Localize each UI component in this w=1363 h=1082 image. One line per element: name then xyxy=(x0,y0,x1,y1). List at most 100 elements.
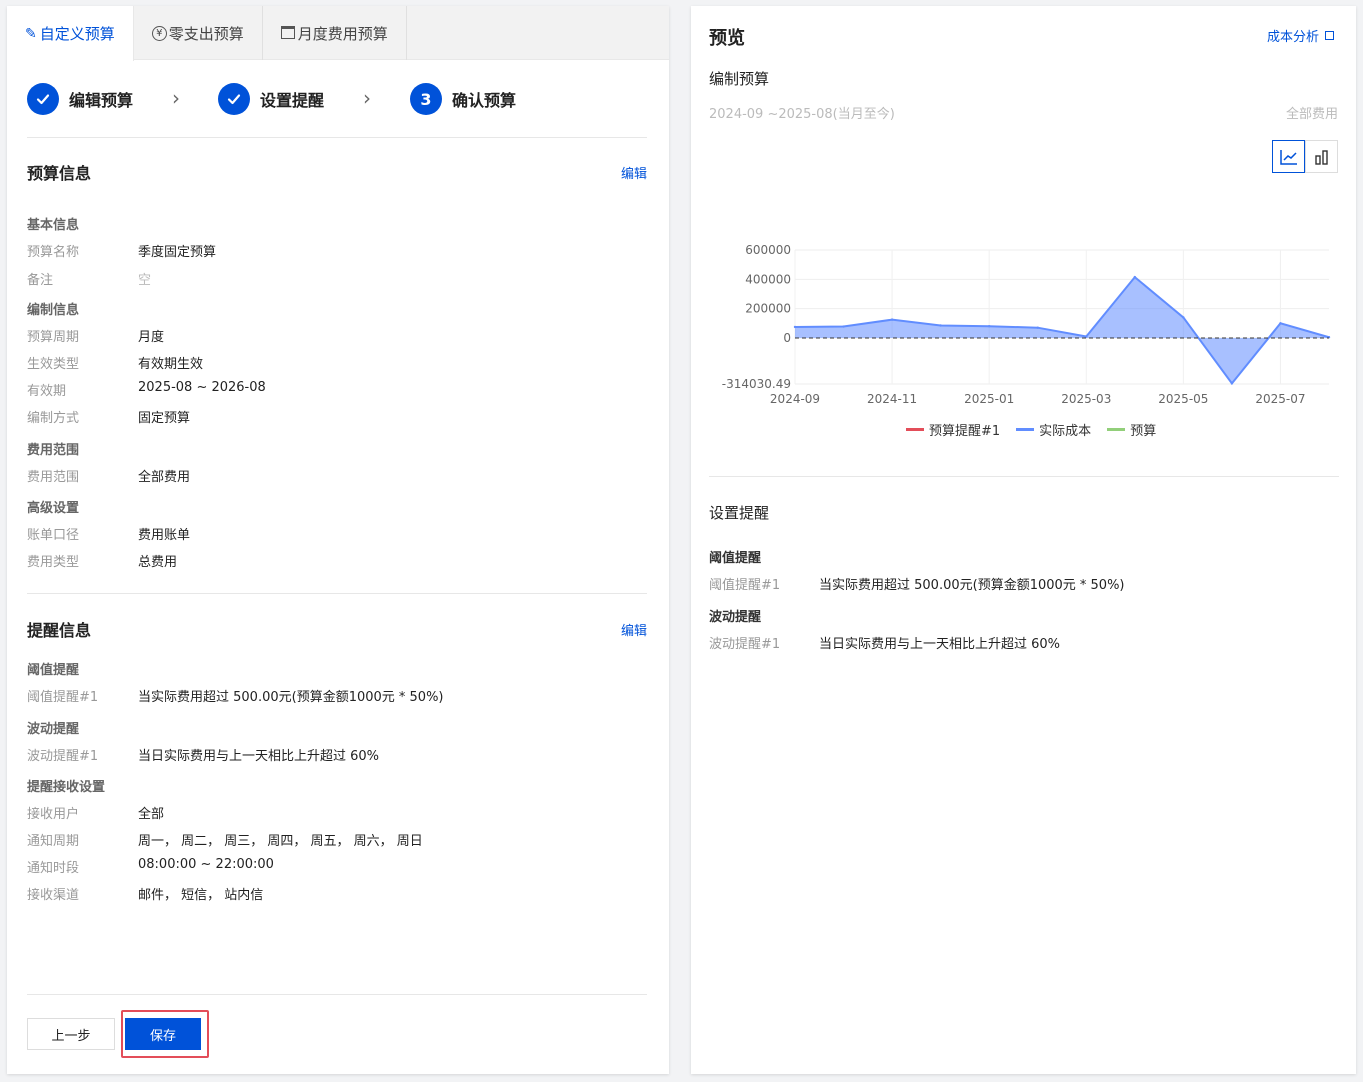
field-label: 通知时段 xyxy=(27,861,80,876)
date-range: 2024-09 ~2025-08(当月至今) xyxy=(709,107,895,122)
field-label: 阈值提醒#1 xyxy=(709,578,781,593)
reminder-info-title: 提醒信息 xyxy=(27,621,92,640)
tab-label: 零支出预算 xyxy=(168,24,244,43)
actual-cost-point xyxy=(793,325,797,329)
y-tick-label: 400000 xyxy=(745,272,791,286)
field-label: 账单口径 xyxy=(27,528,80,543)
advanced-title: 高级设置 xyxy=(27,501,80,516)
field-label: 波动提醒#1 xyxy=(27,749,99,764)
legend-swatch xyxy=(1016,428,1035,431)
field-value: 月度 xyxy=(138,330,165,345)
legend-item[interactable]: 预算提醒#1 xyxy=(906,420,1000,439)
budget-info-title: 预算信息 xyxy=(27,164,92,183)
threshold-title: 阈值提醒 xyxy=(709,551,762,566)
actual-cost-point xyxy=(1230,382,1234,385)
field-label: 波动提醒#1 xyxy=(709,637,781,652)
x-tick-label: 2025-05 xyxy=(1158,392,1208,406)
field-value: 总费用 xyxy=(138,555,178,570)
prev-step-button[interactable]: 上一步 xyxy=(27,1018,115,1050)
legend-swatch xyxy=(906,428,924,431)
receive-settings-title: 提醒接收设置 xyxy=(27,780,106,795)
field-label: 通知周期 xyxy=(27,834,80,849)
actual-cost-point xyxy=(987,325,991,328)
line-chart-icon xyxy=(1279,149,1297,165)
field-value: 全部费用 xyxy=(138,470,191,485)
check-icon xyxy=(27,83,59,115)
step-edit-budget: 编辑预算 xyxy=(27,82,133,116)
bar-chart-toggle[interactable] xyxy=(1305,140,1338,173)
actual-cost-point xyxy=(1133,275,1137,279)
note-row: 备注 空 xyxy=(27,269,151,288)
field-value: 空 xyxy=(138,273,152,288)
valid-period-row: 有效期 2025-08 ~ 2026-08 xyxy=(27,380,266,399)
tab-monthly-budget[interactable]: 月度费用预算 xyxy=(263,6,407,60)
field-value: 当实际费用超过 500.00元(预算金额1000元 * 50%) xyxy=(138,690,444,705)
tab-label: 自定义预算 xyxy=(39,25,115,43)
actual-cost-point xyxy=(939,324,942,327)
budget-name-row: 预算名称 季度固定预算 xyxy=(27,241,216,260)
users-row: 接收用户 全部 xyxy=(27,803,164,822)
budget-form-panel: ✎ 自定义预算 ¥ 零支出预算 月度费用预算 编辑预算 › 设置提醒 › 3 确… xyxy=(7,6,669,1074)
x-tick-label: 2025-01 xyxy=(964,392,1014,406)
field-value: 有效期生效 xyxy=(138,357,204,372)
fluct-row: 波动提醒#1 当日实际费用与上一天相比上升超过 60% xyxy=(709,633,1060,652)
actual-cost-point xyxy=(1036,326,1039,329)
yen-icon: ¥ xyxy=(151,25,167,41)
cost-chart: 600000 400000 200000 0 -314030.492024-09 2024… xyxy=(722,243,1331,406)
legend-swatch xyxy=(1107,428,1126,431)
threshold-title: 阈值提醒 xyxy=(27,663,80,678)
field-label: 接收用户 xyxy=(27,807,80,822)
channel-row: 接收渠道 邮件， 短信， 站内信 xyxy=(27,884,263,903)
cost-analysis-link[interactable]: 成本分析 xyxy=(1267,26,1334,45)
field-value: 季度固定预算 xyxy=(138,245,217,260)
pencil-icon: ✎ xyxy=(25,25,37,42)
legend-item[interactable]: 预算 xyxy=(1107,420,1156,439)
actual-cost-point xyxy=(1182,316,1185,319)
external-link-icon xyxy=(1325,31,1334,40)
effect-type-row: 生效类型 有效期生效 xyxy=(27,353,203,372)
edit-reminder-info-link[interactable]: 编辑 xyxy=(621,620,647,639)
reminder-preview-title: 设置提醒 xyxy=(709,504,770,522)
preview-panel: 预览 成本分析 编制预算 2024-09 ~2025-08(当月至今) 全部费用… xyxy=(691,6,1356,1074)
field-value: 费用账单 xyxy=(138,528,191,543)
x-tick-label: 2025-03 xyxy=(1061,392,1111,406)
legend-item[interactable]: 实际成本 xyxy=(1016,420,1091,439)
chevron-right-icon: › xyxy=(363,86,371,110)
basic-info-title: 基本信息 xyxy=(27,218,80,233)
tab-zero-spend-budget[interactable]: ¥ 零支出预算 xyxy=(134,6,263,60)
threshold-row: 阈值提醒#1 当实际费用超过 500.00元(预算金额1000元 * 50%) xyxy=(709,574,1125,593)
legend-label: 预算提醒#1 xyxy=(929,424,1001,439)
step-label: 编辑预算 xyxy=(69,91,134,110)
bill-scope-row: 账单口径 费用账单 xyxy=(27,524,190,543)
field-value: 全部 xyxy=(138,807,165,822)
legend-label: 实际成本 xyxy=(1039,424,1092,439)
edit-budget-info-link[interactable]: 编辑 xyxy=(621,163,647,182)
field-label: 生效类型 xyxy=(27,357,80,372)
y-tick-label: -314030.49 xyxy=(722,377,791,391)
field-label: 备注 xyxy=(27,273,54,288)
bar-chart-icon xyxy=(1314,149,1328,165)
fluct-title: 波动提醒 xyxy=(709,610,762,625)
field-label: 阈值提醒#1 xyxy=(27,690,99,705)
legend-label: 预算 xyxy=(1130,424,1157,439)
budget-type-tabs: ✎ 自定义预算 ¥ 零支出预算 月度费用预算 xyxy=(7,6,669,61)
step-label: 确认预算 xyxy=(452,91,517,110)
fluct-row: 波动提醒#1 当日实际费用与上一天相比上升超过 60% xyxy=(27,745,379,764)
field-label: 接收渠道 xyxy=(27,888,80,903)
line-chart-toggle[interactable] xyxy=(1272,140,1305,173)
field-value: 2025-08 ~ 2026-08 xyxy=(138,380,266,395)
chart-legend: 预算提醒#1 实际成本 预算 xyxy=(906,420,1172,439)
field-label: 预算名称 xyxy=(27,245,80,260)
actual-cost-point xyxy=(842,325,845,328)
preview-title: 预览 xyxy=(709,28,745,49)
field-value: 08:00:00 ~ 22:00:00 xyxy=(138,857,274,872)
save-button[interactable]: 保存 xyxy=(125,1018,201,1050)
step-label: 设置提醒 xyxy=(260,91,325,110)
actual-cost-point xyxy=(1085,335,1088,338)
check-icon xyxy=(218,83,250,115)
step-number: 3 xyxy=(410,83,442,115)
field-value: 周一， 周二， 周三， 周四， 周五， 周六， 周日 xyxy=(138,834,423,849)
tab-custom-budget[interactable]: ✎ 自定义预算 xyxy=(7,6,134,61)
scope-title: 费用范围 xyxy=(27,443,80,458)
field-label: 编制方式 xyxy=(27,411,80,426)
